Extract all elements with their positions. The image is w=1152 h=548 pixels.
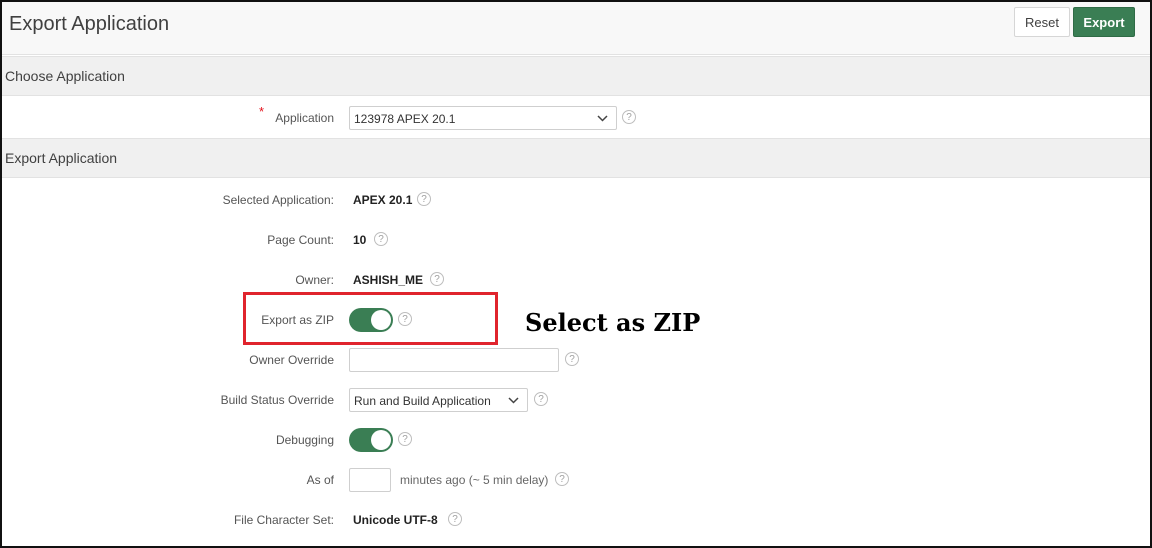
application-row: * Application 123978 APEX 20.1 ? [2,98,1150,138]
page-title: Export Application [9,13,170,35]
help-icon[interactable]: ? [417,192,431,206]
build-status-override-row: Build Status Override Run and Build Appl… [2,380,1150,420]
help-icon[interactable]: ? [565,352,579,366]
annotation-text: Select as ZIP [525,308,701,337]
app-window: Export Application Reset Export Choose A… [0,0,1152,548]
owner-override-label: Owner Override [249,353,334,367]
required-marker: * [258,104,264,119]
as-of-suffix: minutes ago (~ 5 min delay) [400,473,549,487]
page-count-row: Page Count: 10 ? [2,220,1150,260]
owner-value: ASHISH_ME [353,273,424,287]
page-header: Export Application Reset Export [2,2,1150,55]
owner-row: Owner: ASHISH_ME ? [2,260,1150,300]
owner-override-row: Owner Override ? [2,340,1150,380]
application-label: Application [275,111,334,125]
as-of-label: As of [306,473,334,487]
help-icon[interactable]: ? [555,472,569,486]
reset-button[interactable]: Reset [1014,7,1070,37]
as-of-row: As of minutes ago (~ 5 min delay) ? [2,460,1150,500]
help-icon[interactable]: ? [534,392,548,406]
file-character-set-label: File Character Set: [233,513,334,527]
application-select-value: 123978 APEX 20.1 [354,112,456,126]
help-icon[interactable]: ? [622,110,636,124]
build-status-select-value: Run and Build Application [354,394,491,408]
owner-label: Owner: [295,273,334,287]
help-icon[interactable]: ? [448,512,462,526]
file-character-set-value: Unicode UTF-8 [353,513,438,527]
build-status-override-label: Build Status Override [220,393,334,407]
owner-override-input[interactable] [349,348,559,372]
section-export-application: Export Application [2,138,1150,178]
help-icon[interactable]: ? [430,272,444,286]
export-button[interactable]: Export [1073,7,1135,37]
debugging-toggle[interactable] [349,428,393,452]
help-icon[interactable]: ? [374,232,388,246]
section-choose-application: Choose Application [2,56,1150,96]
selected-application-row: Selected Application: APEX 20.1 ? [2,180,1150,220]
toggle-knob [371,430,391,450]
debugging-row: Debugging ? [2,420,1150,460]
section-title: Export Application [5,150,118,166]
chevron-down-icon [597,115,608,122]
annotation-highlight-box [243,292,498,345]
as-of-input[interactable] [349,468,391,492]
selected-application-label: Selected Application: [222,193,334,207]
build-status-select[interactable]: Run and Build Application [349,388,528,412]
file-character-set-row: File Character Set: Unicode UTF-8 ? [2,500,1150,540]
page-count-label: Page Count: [267,233,334,247]
debugging-label: Debugging [275,433,334,447]
selected-application-value: APEX 20.1 [353,193,413,207]
section-title: Choose Application [5,68,125,84]
application-select[interactable]: 123978 APEX 20.1 [349,106,617,130]
help-icon[interactable]: ? [398,432,412,446]
page-count-value: 10 [353,233,367,247]
chevron-down-icon [508,397,519,404]
